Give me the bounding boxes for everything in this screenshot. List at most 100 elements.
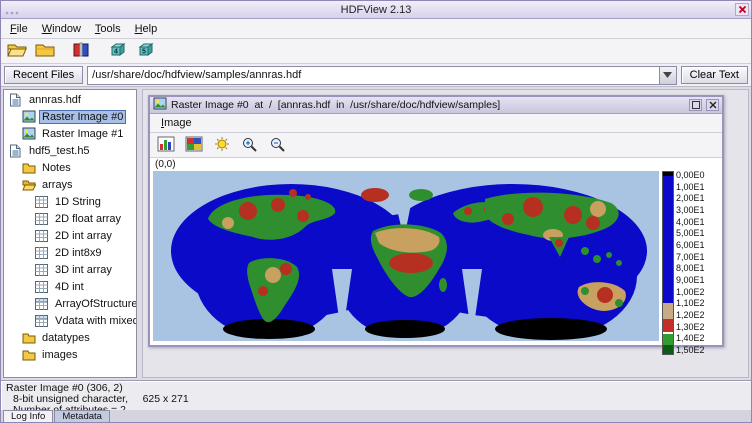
zoom-out-button[interactable] — [265, 135, 291, 156]
tree-item[interactable]: 2D int array — [4, 227, 136, 244]
menu-file[interactable]: File — [3, 21, 35, 37]
frame-close-button[interactable] — [706, 99, 719, 111]
dataset-icon — [34, 213, 49, 225]
frame-maximize-button[interactable] — [689, 99, 702, 111]
recent-files-button[interactable]: Recent Files — [4, 66, 83, 84]
hdf4-button[interactable]: 4 — [104, 41, 130, 62]
palette-tick-label: 1,50E2 — [676, 346, 712, 355]
help-button[interactable] — [68, 41, 94, 62]
menu-tools[interactable]: Tools — [88, 21, 128, 37]
brightness-icon — [213, 136, 231, 155]
palette-tick-label: 7,00E1 — [676, 253, 712, 262]
file-path-combobox[interactable]: /usr/share/doc/hdfview/samples/annras.hd… — [87, 66, 677, 85]
chart-icon — [157, 136, 175, 155]
tree-item-label: Notes — [39, 161, 74, 175]
tree-item[interactable]: Raster Image #1 — [4, 125, 136, 142]
frame-titlebar[interactable]: Raster Image #0 at / [annras.hdf in /usr… — [150, 97, 722, 114]
hdf4-icon: 4 — [108, 41, 127, 61]
colorbar-segment — [663, 176, 673, 303]
palette-tick-label: 1,40E2 — [676, 334, 712, 343]
zoom-in-button[interactable] — [237, 135, 263, 156]
combo-dropdown-button[interactable] — [659, 67, 676, 84]
colorbar-segment — [663, 319, 673, 332]
dataset-icon — [34, 264, 49, 276]
window-title: HDFView 2.13 — [1, 4, 751, 16]
colorbar-segment — [663, 334, 673, 345]
tree-item-label: ArrayOfStructures — [52, 297, 137, 311]
window-grip-icon — [5, 7, 19, 19]
tree-item[interactable]: 4D int — [4, 278, 136, 295]
hdfview-window: HDFView 2.13 FileWindowToolsHelp 45 Rece… — [0, 0, 752, 423]
palette-labels: 0,00E01,00E12,00E13,00E14,00E15,00E16,00… — [676, 171, 712, 355]
hdf-file-icon — [8, 144, 23, 158]
close-icon — [709, 101, 717, 109]
tree-item[interactable]: 1D String — [4, 193, 136, 210]
help-icon — [72, 41, 90, 61]
tree-item[interactable]: Vdata with mixed type — [4, 312, 136, 329]
image-icon — [21, 127, 36, 140]
tree-item-label: 4D int — [52, 280, 87, 294]
palette-tick-label: 6,00E1 — [676, 241, 712, 250]
tree-item[interactable]: 2D float array — [4, 210, 136, 227]
tree-item-label: 3D int array — [52, 263, 115, 277]
clear-text-button[interactable]: Clear Text — [681, 66, 748, 84]
window-close-button[interactable] — [735, 3, 749, 16]
image-icon — [21, 110, 36, 123]
toolbar: 45 — [1, 39, 751, 64]
tree-item[interactable]: ArrayOfStructures — [4, 295, 136, 312]
tree-item[interactable]: Raster Image #0 — [4, 108, 136, 125]
open-file-button[interactable] — [4, 41, 30, 62]
menu-image[interactable]: Image — [154, 115, 199, 131]
zoom-out-icon — [269, 136, 287, 155]
tab-metadata[interactable]: Metadata — [54, 410, 110, 422]
file-path-bar: Recent Files /usr/share/doc/hdfview/samp… — [1, 64, 751, 87]
close-file-button[interactable] — [32, 41, 58, 62]
tree-item-label: 2D int array — [52, 229, 115, 243]
frame-image-icon — [153, 97, 167, 113]
palette-tick-label: 1,20E2 — [676, 311, 712, 320]
palette-tick-label: 1,00E1 — [676, 183, 712, 192]
palette-tick-label: 5,00E1 — [676, 229, 712, 238]
folder-icon — [21, 332, 36, 344]
pixel-coords-label: (0,0) — [155, 159, 176, 170]
close-file-icon — [35, 41, 55, 61]
tree-item[interactable]: 3D int array — [4, 261, 136, 278]
tree-item-label: Raster Image #1 — [39, 127, 126, 141]
dataset-icon — [34, 281, 49, 293]
hdf5-button[interactable]: 5 — [132, 41, 158, 62]
image-viewport: (0,0) — [150, 158, 722, 345]
window-titlebar: HDFView 2.13 — [1, 1, 751, 19]
tab-log-info[interactable]: Log Info — [3, 410, 53, 422]
brightness-button[interactable] — [209, 135, 235, 156]
status-panel: Raster Image #0 (306, 2)8-bit unsigned c… — [1, 380, 751, 410]
tree-item[interactable]: annras.hdf — [4, 91, 136, 108]
menu-help[interactable]: Help — [128, 21, 165, 37]
tree-item-label: arrays — [39, 178, 76, 192]
world-map-image[interactable] — [153, 171, 659, 341]
tree-item-label: 1D String — [52, 195, 104, 209]
palette-button[interactable] — [181, 135, 207, 156]
table-icon — [34, 315, 49, 327]
maximize-icon — [692, 101, 700, 109]
tree-item[interactable]: images — [4, 346, 136, 363]
file-path-value[interactable]: /usr/share/doc/hdfview/samples/annras.hd… — [88, 67, 659, 84]
menu-window[interactable]: Window — [35, 21, 88, 37]
tree-item[interactable]: Notes — [4, 159, 136, 176]
menubar: FileWindowToolsHelp — [1, 19, 751, 39]
tree-item[interactable]: arrays — [4, 176, 136, 193]
main-split-area: annras.hdf Raster Image #0 Raster Image #1… — [1, 87, 751, 380]
tree-item[interactable]: datatypes — [4, 329, 136, 346]
tree-item[interactable]: hdf5_test.h5 — [4, 142, 136, 159]
chart-button[interactable] — [153, 135, 179, 156]
table-icon — [34, 298, 49, 310]
svg-text:4: 4 — [114, 49, 118, 56]
raster-image-frame: Raster Image #0 at / [annras.hdf in /usr… — [148, 95, 724, 347]
hdf-file-icon — [8, 93, 23, 107]
palette-tick-label: 3,00E1 — [676, 206, 712, 215]
color-palette: 0,00E01,00E12,00E13,00E14,00E15,00E16,00… — [662, 171, 712, 355]
folder-icon — [21, 349, 36, 361]
palette-tick-label: 1,00E2 — [676, 288, 712, 297]
tree-item-label: annras.hdf — [26, 93, 84, 107]
tree-item[interactable]: 2D int8x9 — [4, 244, 136, 261]
tree-item-label: Raster Image #0 — [39, 110, 126, 124]
